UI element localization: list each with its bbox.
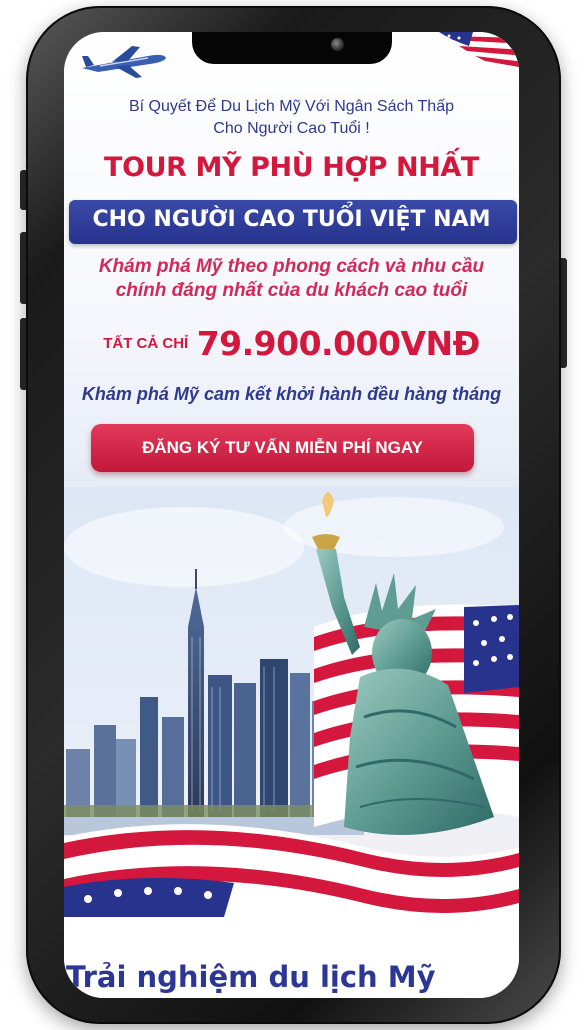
statue-of-liberty-illustration bbox=[64, 487, 519, 917]
description: Khám phá Mỹ theo phong cách và nhu cầu c… bbox=[64, 255, 519, 303]
intro-text: Bí Quyết Để Du Lịch Mỹ Với Ngân Sách Thấ… bbox=[64, 96, 519, 140]
price-prefix: TẤT CẢ CHỈ bbox=[103, 335, 189, 352]
main-title: TOUR MỸ PHÙ HỢP NHẤT bbox=[104, 152, 479, 183]
section-title: Trải nghiệm du lịch Mỹ bbox=[66, 960, 436, 994]
hero-banner: Bí Quyết Để Du Lịch Mỹ Với Ngân Sách Thấ… bbox=[64, 32, 519, 917]
airplane-icon bbox=[82, 46, 166, 78]
flag-corner-decoration bbox=[439, 32, 519, 77]
notch bbox=[192, 32, 392, 64]
subtitle: CHO NGƯỜI CAO TUỔI VIỆT NAM bbox=[92, 207, 491, 232]
description-line-1: Khám phá Mỹ theo phong cách và nhu cầu bbox=[98, 256, 485, 277]
departure-commitment: Khám phá Mỹ cam kết khởi hành đều hàng t… bbox=[81, 384, 502, 404]
camera-icon bbox=[331, 38, 344, 51]
price-value: 79.900.000VNĐ bbox=[196, 324, 481, 363]
intro-line-1: Bí Quyết Để Du Lịch Mỹ Với Ngân Sách Thấ… bbox=[128, 98, 454, 115]
price-row: TẤT CẢ CHỈ 79.900.000VNĐ bbox=[64, 324, 519, 363]
register-consultation-button[interactable]: ĐĂNG KÝ TƯ VẤN MIỄN PHÍ NGAY bbox=[91, 424, 474, 472]
phone-screen: Bí Quyết Để Du Lịch Mỹ Với Ngân Sách Thấ… bbox=[64, 32, 519, 998]
description-line-2: chính đáng nhất của du khách cao tuổi bbox=[115, 280, 468, 301]
intro-line-2: Cho Người Cao Tuổi ! bbox=[213, 120, 370, 137]
